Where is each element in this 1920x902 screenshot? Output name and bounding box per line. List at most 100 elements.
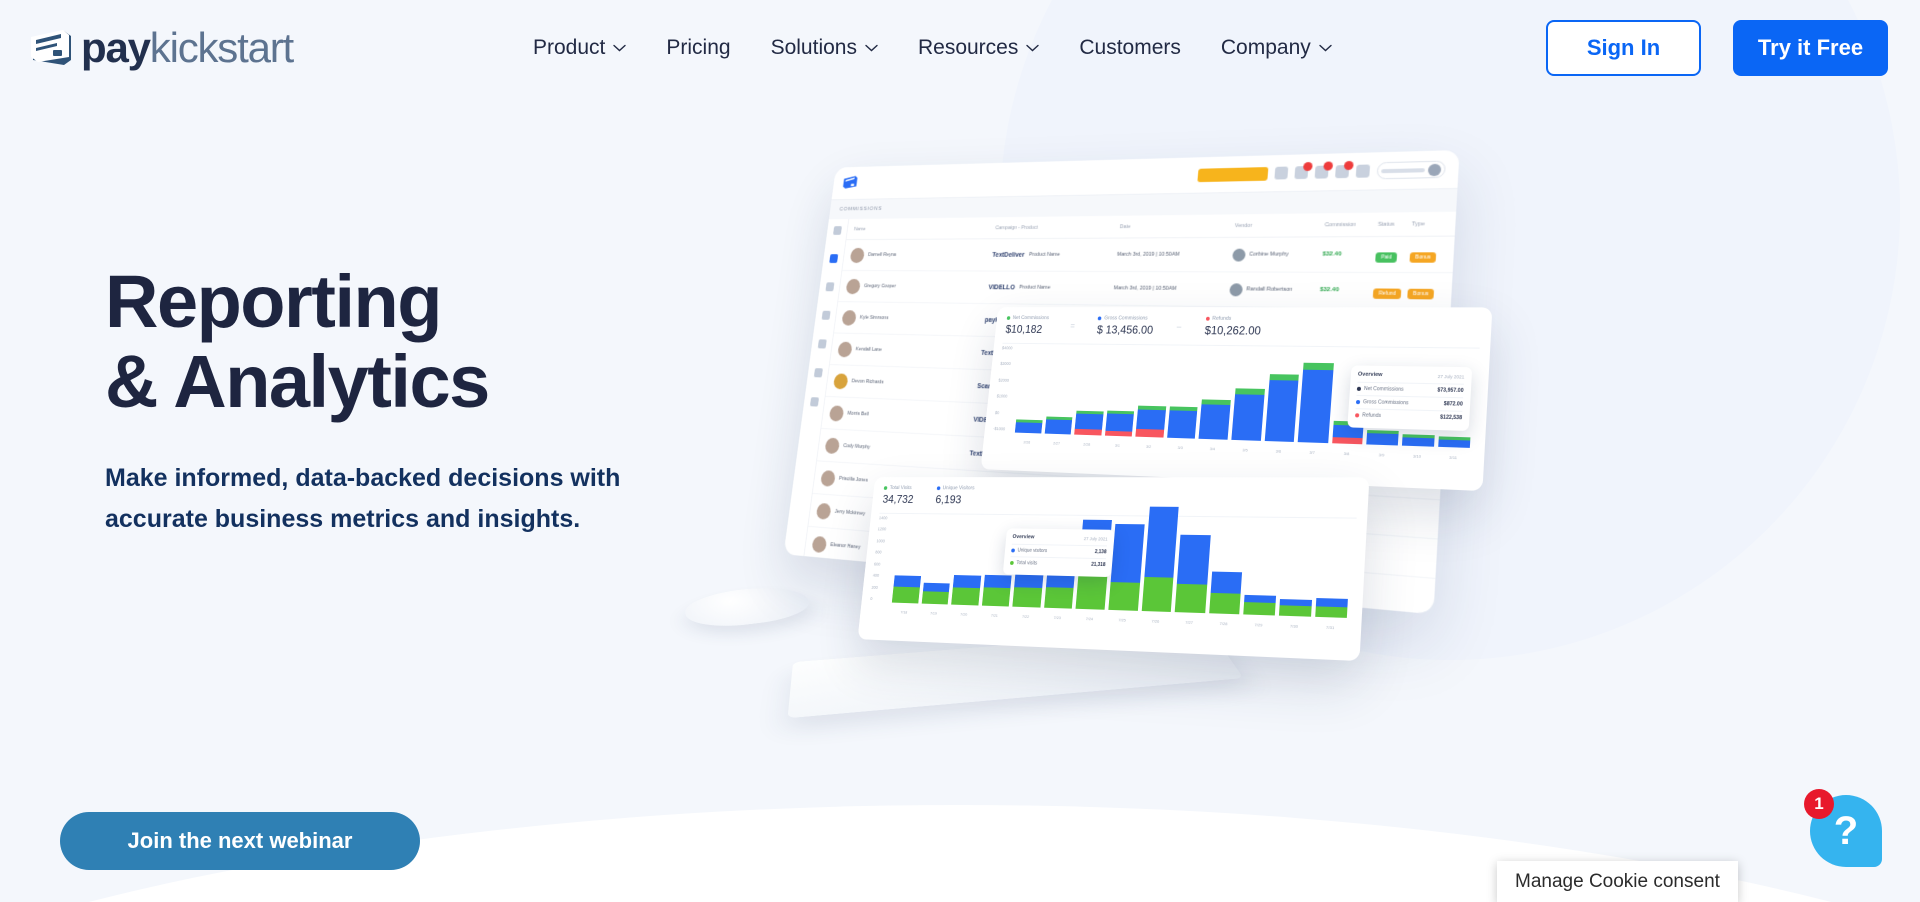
chart-bar: [951, 575, 982, 606]
sidebar-item-settings[interactable]: [809, 397, 819, 407]
join-webinar-button[interactable]: Join the next webinar: [60, 812, 420, 870]
y-tick: 1000: [876, 538, 886, 544]
chart-bar: [1012, 574, 1044, 608]
hero-copy: Reporting & Analytics Make informed, dat…: [105, 262, 645, 540]
chart-bar: [1366, 430, 1399, 446]
chart-bar: [1264, 373, 1300, 442]
chart-bar-segment: [1014, 574, 1044, 589]
nav-item-customers[interactable]: Customers: [1079, 36, 1181, 60]
legend-dot: [1011, 548, 1016, 553]
column-header-vendor[interactable]: Vendor: [1235, 222, 1325, 228]
sidebar-item-affiliates[interactable]: [828, 254, 838, 263]
chart-bar-segment: [1314, 605, 1348, 618]
mouse-illustration: [681, 582, 817, 632]
cell-product: Product Name: [1018, 284, 1051, 291]
chart-bar-segment: [1231, 394, 1265, 441]
manage-cookie-consent-tooltip[interactable]: Manage Cookie consent: [1497, 861, 1738, 902]
sidebar-item-cart[interactable]: [832, 226, 842, 235]
legend-dot: [1356, 386, 1362, 391]
sidebar-item-funnels[interactable]: [825, 282, 835, 292]
nav-item-resources[interactable]: Resources: [918, 36, 1040, 60]
kpi-gross-commissions: Gross Commissions $ 13,456.00: [1096, 316, 1154, 337]
sign-in-button[interactable]: Sign In: [1546, 20, 1701, 76]
calendar-icon[interactable]: [1274, 166, 1289, 180]
column-header-date[interactable]: Date: [1120, 223, 1236, 230]
visits-plot: 1400 1200 1000 800 600 400 200 0 7/18 7/1…: [868, 506, 1357, 631]
avatar: [811, 535, 828, 553]
chart-bar: [1104, 410, 1135, 437]
cell-name: Devon Richards: [851, 378, 884, 386]
y-tick: $1000: [996, 393, 1008, 399]
chart-bar-segment: [891, 586, 920, 604]
tooltip-value: 2,138: [1094, 549, 1107, 556]
chart-bar: [1014, 419, 1043, 434]
main-navigation: Product Pricing Solutions Resources Cust…: [533, 36, 1332, 60]
kpi-value: $10,262.00: [1204, 323, 1262, 338]
column-header-type[interactable]: Type: [1412, 221, 1447, 227]
x-tick: 3/3: [1177, 444, 1184, 451]
notification-badge: [1323, 161, 1334, 171]
chart-bar: [981, 574, 1012, 607]
sidebar-item-integrations[interactable]: [821, 310, 831, 320]
cell-name: Jerry Mckinney: [834, 508, 866, 517]
notification-badge: [1343, 160, 1354, 171]
nav-label: Solutions: [770, 36, 857, 59]
x-tick: 3/11: [1449, 454, 1458, 461]
account-menu[interactable]: [1376, 160, 1446, 180]
chart-bar-segment: [1012, 587, 1043, 608]
column-header-campaign[interactable]: Campaign - Product: [995, 224, 1120, 231]
chart-bar-segment: [1104, 430, 1133, 437]
chart-bar-segment: [1108, 581, 1140, 611]
help-icon[interactable]: [1355, 164, 1371, 178]
visits-y-axis: 1400 1200 1000 800 600 400 200 0: [870, 516, 888, 602]
site-logo[interactable]: paykickstart: [30, 27, 294, 69]
chart-bar-segment: [953, 575, 982, 588]
cell-product: Product Name: [1028, 251, 1061, 258]
cell-brand: VIDELLO: [988, 284, 1016, 291]
x-tick: 3/2: [1145, 443, 1152, 449]
tooltip-label: Net Commissions: [1363, 385, 1404, 393]
help-chat-button[interactable]: ? 1: [1804, 789, 1882, 867]
column-header-name[interactable]: Name: [854, 225, 996, 231]
try-it-free-button[interactable]: Try it Free: [1733, 20, 1888, 76]
chart-bar-segment: [1174, 583, 1208, 614]
type-badge: Bonus: [1407, 288, 1435, 300]
hero-title-line-2: & Analytics: [105, 339, 490, 423]
chat-icon[interactable]: [1314, 161, 1334, 179]
tooltip-row: Refunds $122,538: [1354, 408, 1463, 425]
chart-bar-segment: [1297, 369, 1334, 444]
nav-item-pricing[interactable]: Pricing: [666, 36, 730, 60]
sidebar-item-reports[interactable]: [813, 368, 823, 378]
y-tick: 1400: [878, 515, 888, 521]
x-tick: 7/19: [929, 610, 938, 616]
nav-item-solutions[interactable]: Solutions: [771, 36, 878, 60]
record-button[interactable]: [1197, 166, 1269, 182]
chart-bar: [921, 583, 950, 605]
user-icon[interactable]: [1294, 161, 1313, 180]
cell-name: Lily Wilson: [825, 575, 849, 584]
column-header-commission[interactable]: Commission: [1324, 221, 1378, 227]
y-tick: $0: [994, 409, 1000, 415]
chart-bar-segment: [1074, 413, 1104, 431]
chart-bar: [1314, 598, 1348, 618]
tooltip-label: Total visits: [1016, 560, 1038, 567]
visits-chart-card: Total Visits 34,732 Unique Visitors 6,19…: [857, 477, 1370, 662]
column-header-status[interactable]: Status: [1378, 221, 1412, 227]
visits-tooltip: Overview 27 July 2021 Unique visitors 2,…: [1002, 528, 1115, 578]
hero-subtitle: Make informed, data-backed decisions wit…: [105, 463, 621, 534]
chart-bar-segment: [951, 587, 980, 606]
nav-item-product[interactable]: Product: [533, 36, 627, 60]
nav-item-company[interactable]: Company: [1221, 36, 1332, 60]
table-row[interactable]: Darnell Reyna TextDeliver Product Name M…: [842, 236, 1455, 274]
tooltip-label: Refunds: [1361, 412, 1382, 420]
chart-bar: [1208, 571, 1243, 615]
status-badge: Refund: [1372, 288, 1402, 300]
cell-name: Priscilla Jones: [838, 475, 869, 484]
x-tick: 3/7: [1309, 449, 1316, 455]
chart-bar: [1141, 506, 1179, 612]
avatar: [833, 372, 849, 389]
sidebar-item-users[interactable]: [817, 339, 827, 349]
commissions-plot: $4000 $3000 $2000 $1000 $0 -$1000 2/26 2/…: [991, 342, 1480, 461]
chart-bar-segment: [1437, 439, 1471, 448]
bell-icon[interactable]: [1335, 160, 1354, 179]
